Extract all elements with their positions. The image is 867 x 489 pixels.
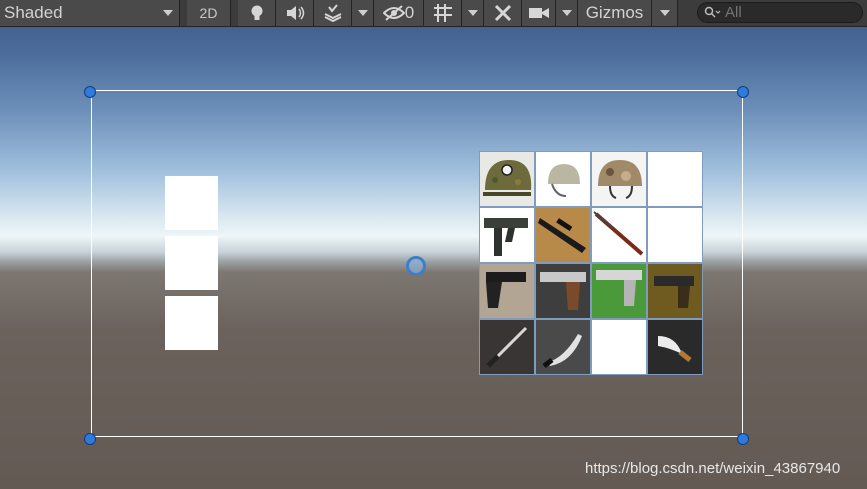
knife-icon (480, 320, 534, 374)
inventory-slot-smg[interactable] (480, 208, 534, 262)
watermark: https://blog.csdn.net/weixin_43867940 (585, 460, 841, 477)
lighting-toggle[interactable] (238, 0, 276, 26)
effects-toggle[interactable] (314, 0, 352, 26)
inventory-slot-helmet-camo[interactable] (592, 152, 646, 206)
grid-dropdown[interactable] (462, 0, 484, 26)
inventory-grid (479, 151, 703, 375)
hidden-objects-count: 0 (404, 3, 415, 22)
inventory-slot-pistol-gold[interactable] (648, 264, 702, 318)
shading-mode-label: Shaded (4, 3, 63, 22)
hidden-objects-toggle[interactable]: 0 (374, 0, 424, 26)
inventory-slot-karambit[interactable] (648, 320, 702, 374)
tools-icon (494, 4, 511, 22)
helmet-icon (536, 152, 590, 206)
knife-icon (648, 320, 702, 374)
inventory-slot-empty[interactable] (592, 320, 646, 374)
inventory-slot-kukri[interactable] (536, 320, 590, 374)
search-input[interactable] (725, 4, 845, 21)
equipment-slot[interactable] (165, 296, 218, 350)
equipment-slot[interactable] (165, 236, 218, 290)
chevron-down-icon (659, 10, 670, 16)
pistol-icon (592, 264, 646, 318)
effects-dropdown[interactable] (352, 0, 374, 26)
knife-icon (536, 320, 590, 374)
camera-dropdown[interactable] (556, 0, 578, 26)
gizmos-dropdown[interactable] (652, 0, 678, 26)
grid-toggle[interactable] (424, 0, 462, 26)
rect-handle-bottom-left[interactable] (84, 433, 96, 445)
light-bulb-icon (251, 5, 262, 20)
speaker-icon (286, 6, 304, 20)
2d-mode-toggle[interactable]: 2D (187, 0, 231, 26)
inventory-slot-pistol-black[interactable] (480, 264, 534, 318)
shading-mode-dropdown[interactable]: Shaded (0, 0, 180, 26)
pistol-icon (536, 264, 590, 318)
pistol-icon (480, 264, 534, 318)
pivot-handle[interactable] (406, 256, 426, 276)
inventory-slot-helmet-ssh[interactable] (480, 152, 534, 206)
pistol-icon (648, 264, 702, 318)
inventory-slot-rifle-scoped[interactable] (536, 208, 590, 262)
audio-toggle[interactable] (276, 0, 314, 26)
tools-toggle[interactable] (484, 0, 522, 26)
rifle-icon (536, 208, 590, 262)
rect-handle-top-left[interactable] (84, 86, 96, 98)
search-icon (704, 6, 721, 18)
gizmos-button[interactable]: Gizmos (578, 0, 652, 26)
camera-icon (528, 8, 549, 18)
inventory-slot-combat-knife[interactable] (480, 320, 534, 374)
inventory-slot-helmet-white[interactable] (536, 152, 590, 206)
inventory-slot-pistol-silver[interactable] (536, 264, 590, 318)
chevron-down-icon (357, 10, 368, 16)
eye-slash-icon (382, 5, 405, 21)
camera-toggle[interactable] (522, 0, 556, 26)
chevron-down-icon (561, 10, 572, 16)
equipment-slot[interactable] (165, 176, 218, 230)
inventory-slot-empty[interactable] (648, 208, 702, 262)
smg-icon (480, 208, 534, 262)
grid-icon (433, 4, 452, 22)
helmet-icon (592, 152, 646, 206)
inventory-slot-pistol-green[interactable] (592, 264, 646, 318)
helmet-icon (480, 152, 534, 206)
chevron-down-icon (163, 10, 173, 16)
scene-search[interactable] (697, 2, 863, 23)
layers-icon (324, 4, 341, 22)
chevron-down-icon (467, 10, 478, 16)
inventory-slot-empty[interactable] (648, 152, 702, 206)
inventory-slot-bolt-rifle[interactable] (592, 208, 646, 262)
rect-handle-bottom-right[interactable] (737, 433, 749, 445)
rect-handle-top-right[interactable] (737, 86, 749, 98)
rifle-icon (592, 208, 646, 262)
